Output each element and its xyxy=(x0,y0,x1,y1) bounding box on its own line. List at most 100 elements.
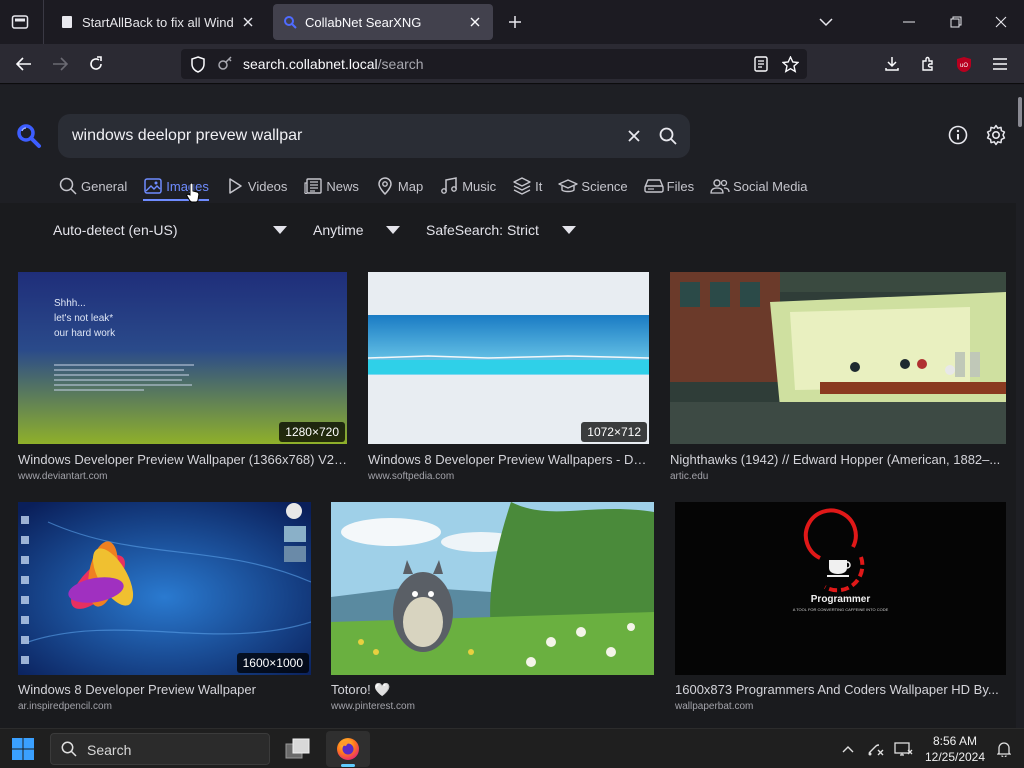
tab-collabnet-searxng[interactable]: CollabNet SearXNG xyxy=(273,4,493,40)
category-it[interactable]: It xyxy=(512,173,542,201)
category-social-media[interactable]: Social Media xyxy=(710,173,808,201)
reload-button[interactable] xyxy=(82,50,110,78)
taskbar-firefox[interactable] xyxy=(326,731,370,767)
close-icon xyxy=(628,130,640,142)
image-result[interactable]: Totoro! 🤍 www.pinterest.com xyxy=(331,502,654,717)
layers-icon xyxy=(512,176,532,196)
show-hidden-icons-button[interactable] xyxy=(838,739,858,759)
caret-down-icon xyxy=(562,226,576,234)
restore-button[interactable] xyxy=(941,8,971,36)
list-all-tabs-button[interactable] xyxy=(814,10,838,34)
volume-button[interactable] xyxy=(894,739,914,759)
category-label: Science xyxy=(581,178,628,194)
close-icon xyxy=(995,16,1007,28)
category-files[interactable]: Files xyxy=(643,173,694,201)
page-scrollbar[interactable] xyxy=(1016,85,1024,728)
result-title[interactable]: Windows 8 Developer Preview Wallpapers -… xyxy=(368,452,649,467)
searxng-logo[interactable] xyxy=(16,123,42,149)
result-title[interactable]: Nighthawks (1942) // Edward Hopper (Amer… xyxy=(670,452,1006,467)
result-thumbnail[interactable]: 1072×712 xyxy=(368,272,649,444)
language-select[interactable]: Auto-detect (en-US) xyxy=(53,220,289,240)
bell-icon xyxy=(997,741,1011,757)
url-path: /search xyxy=(377,56,424,72)
image-result[interactable]: Nighthawks (1942) // Edward Hopper (Amer… xyxy=(670,272,1006,487)
reader-view-icon[interactable] xyxy=(752,55,770,73)
music-note-icon xyxy=(439,176,459,196)
category-general[interactable]: General xyxy=(58,173,127,201)
tracking-protection-shield-icon[interactable] xyxy=(189,55,207,73)
category-label: Map xyxy=(397,178,424,194)
bookmark-star-icon[interactable] xyxy=(781,55,799,73)
ublock-origin-button[interactable]: uO xyxy=(950,50,978,78)
plus-icon xyxy=(508,15,522,29)
notifications-button[interactable] xyxy=(994,739,1014,759)
result-thumbnail[interactable]: Shhh... let's not leak* our hard work 12… xyxy=(18,272,347,444)
result-thumbnail[interactable]: 1600×1000 xyxy=(18,502,311,675)
document-favicon-icon xyxy=(60,15,74,29)
taskbar-clock[interactable]: 8:56 AM 12/25/2024 xyxy=(920,733,990,765)
close-tab-icon[interactable] xyxy=(467,14,483,30)
extensions-button[interactable] xyxy=(914,50,942,78)
thumbnail-text-line: let's not leak* xyxy=(54,313,114,324)
result-title[interactable]: Totoro! 🤍 xyxy=(331,682,654,698)
firefox-view-button[interactable] xyxy=(6,10,34,34)
site-info-icon[interactable] xyxy=(216,55,234,73)
close-window-button[interactable] xyxy=(986,8,1016,36)
category-label: Social Media xyxy=(733,178,808,194)
preferences-button[interactable] xyxy=(984,123,1008,147)
image-result[interactable]: Programmer A TOOL FOR CONVERTING CAFFEIN… xyxy=(675,502,1006,717)
time-range-select[interactable]: Anytime xyxy=(313,220,401,240)
image-result[interactable]: 1600×1000 Windows 8 Developer Preview Wa… xyxy=(18,502,311,717)
image-result[interactable]: Shhh... let's not leak* our hard work 12… xyxy=(18,272,347,487)
network-status-button[interactable] xyxy=(866,739,886,759)
result-thumbnail[interactable] xyxy=(670,272,1006,444)
reload-icon xyxy=(88,56,104,72)
tab-title: StartAllBack to fix all Windows 11 i xyxy=(82,14,234,30)
result-thumbnail[interactable]: Programmer A TOOL FOR CONVERTING CAFFEIN… xyxy=(675,502,1006,675)
result-title[interactable]: Windows 8 Developer Preview Wallpaper xyxy=(18,682,311,697)
category-label: Music xyxy=(462,178,497,194)
page-content: General Images Videos News Map Music xyxy=(0,85,1024,728)
task-view-button[interactable] xyxy=(276,731,320,767)
people-icon xyxy=(710,176,730,196)
chevron-up-icon xyxy=(842,745,854,753)
category-map[interactable]: Map xyxy=(375,173,423,201)
category-label: Videos xyxy=(247,178,288,194)
new-tab-button[interactable] xyxy=(503,10,527,34)
category-news[interactable]: News xyxy=(303,173,359,201)
task-view-icon xyxy=(285,738,311,760)
back-button[interactable] xyxy=(10,50,38,78)
search-input[interactable] xyxy=(72,125,612,147)
scrollbar-thumb[interactable] xyxy=(1018,97,1022,127)
forward-button[interactable] xyxy=(46,50,74,78)
category-music[interactable]: Music xyxy=(439,173,496,201)
image-result[interactable]: 1072×712 Windows 8 Developer Preview Wal… xyxy=(368,272,649,487)
safesearch-select[interactable]: SafeSearch: Strict xyxy=(426,220,578,240)
download-icon xyxy=(884,56,900,72)
category-videos[interactable]: Videos xyxy=(225,173,288,201)
drive-icon xyxy=(643,176,664,196)
search-icon xyxy=(659,127,677,145)
tab-startallback[interactable]: StartAllBack to fix all Windows 11 i xyxy=(50,4,266,40)
category-science[interactable]: Science xyxy=(558,173,628,201)
search-submit-button[interactable] xyxy=(657,125,679,147)
thumbnail-tagline: A TOOL FOR CONVERTING CAFFEINE INTO CODE xyxy=(792,607,889,612)
clear-search-button[interactable] xyxy=(624,126,644,146)
close-tab-icon[interactable] xyxy=(240,14,256,30)
url-text[interactable]: search.collabnet.local/search xyxy=(243,56,424,72)
minimize-button[interactable] xyxy=(894,8,924,36)
app-menu-button[interactable] xyxy=(986,50,1014,78)
image-icon xyxy=(143,176,163,196)
downloads-button[interactable] xyxy=(878,50,906,78)
address-bar[interactable]: search.collabnet.local/search xyxy=(181,49,807,79)
taskbar-search-box[interactable]: Search xyxy=(50,733,270,765)
result-source: wallpaperbat.com xyxy=(675,701,754,712)
result-source: www.pinterest.com xyxy=(331,701,415,712)
info-circle-icon xyxy=(948,125,968,145)
result-thumbnail[interactable] xyxy=(331,502,654,675)
start-button[interactable] xyxy=(12,738,34,760)
windows-taskbar: Search 8:56 AM 12/25/2024 xyxy=(0,728,1024,768)
result-title[interactable]: 1600x873 Programmers And Coders Wallpape… xyxy=(675,682,1006,697)
result-title[interactable]: Windows Developer Preview Wallpaper (136… xyxy=(18,452,347,467)
about-button[interactable] xyxy=(946,123,970,147)
